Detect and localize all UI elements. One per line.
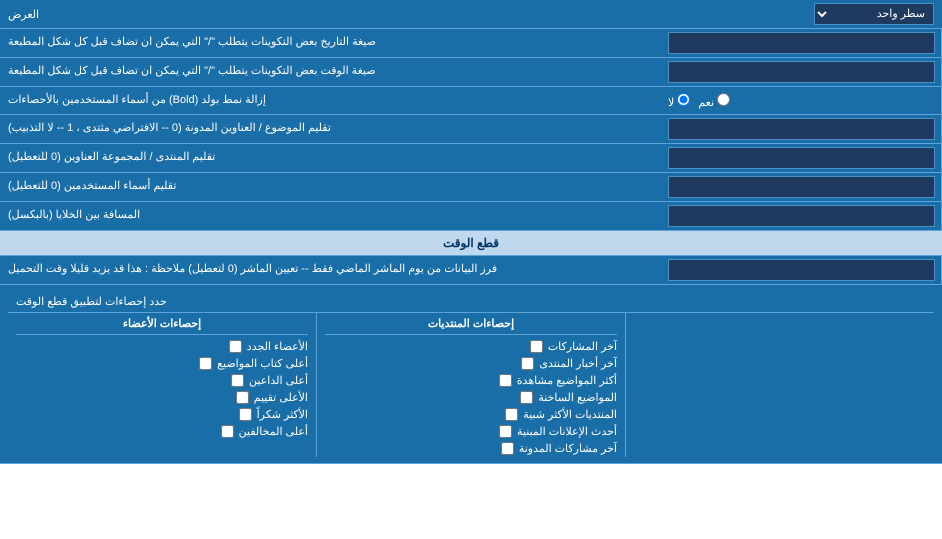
- stat-item-m2: أعلى كتاب المواضيع: [16, 355, 308, 372]
- stat-checkbox-m1[interactable]: [229, 340, 242, 353]
- topic-titles-label: تقليم الموضوع / العناوين المدونة (0 -- ا…: [0, 115, 662, 143]
- stat-item-7: آخر مشاركات المدونة: [325, 440, 617, 457]
- stat-item-m6: أعلى المخالفين: [16, 423, 308, 440]
- stat-checkbox-2[interactable]: [521, 357, 534, 370]
- time-format-row: H:i صيغة الوقت بعض التكوينات يتطلب "/" ا…: [0, 58, 942, 87]
- stat-item-m5: الأكثر شكراً: [16, 406, 308, 423]
- stat-item-m1: الأعضاء الجدد: [16, 338, 308, 355]
- header-left-label: سطر واحد سطرين ثلاثة أسطر: [814, 3, 934, 25]
- usernames-label: تقليم أسماء المستخدمين (0 للتعطيل): [0, 173, 662, 201]
- cut-time-input[interactable]: 0: [668, 259, 935, 281]
- stat-item-m3: أعلى الداعين: [16, 372, 308, 389]
- top-header: سطر واحد سطرين ثلاثة أسطر العرض: [0, 0, 942, 29]
- topic-titles-control: 33: [662, 115, 942, 143]
- radio-no[interactable]: [677, 93, 690, 106]
- date-format-control: d-m: [662, 29, 942, 57]
- cut-time-row: 0 فرز البيانات من يوم الماشر الماضي فقط …: [0, 256, 942, 285]
- statistics-section: حدد إحصاءات لتطبيق قطع الوقت إحصاءات الم…: [0, 285, 942, 464]
- bold-remove-control: نعم لا: [662, 87, 942, 114]
- stats-columns: إحصاءات المنتديات آخر المشاركات آخر أخبا…: [8, 313, 934, 457]
- date-format-row: d-m صيغة التاريخ بعض التكوينات يتطلب "/"…: [0, 29, 942, 58]
- forum-titles-control: 33: [662, 144, 942, 172]
- stat-item-1: آخر المشاركات: [325, 338, 617, 355]
- display-select[interactable]: سطر واحد سطرين ثلاثة أسطر: [814, 3, 934, 25]
- date-format-input[interactable]: d-m: [668, 32, 935, 54]
- usernames-row: 0 تقليم أسماء المستخدمين (0 للتعطيل): [0, 173, 942, 202]
- stats-col-members: إحصاءات الأعضاء الأعضاء الجدد أعلى كتاب …: [8, 313, 317, 457]
- time-format-input[interactable]: H:i: [668, 61, 935, 83]
- stat-checkbox-5[interactable]: [505, 408, 518, 421]
- stat-checkbox-m6[interactable]: [221, 425, 234, 438]
- forum-titles-input[interactable]: 33: [668, 147, 935, 169]
- stat-checkbox-7[interactable]: [501, 442, 514, 455]
- members-col-header: إحصاءات الأعضاء: [16, 313, 308, 335]
- stat-checkbox-3[interactable]: [499, 374, 512, 387]
- stat-checkbox-1[interactable]: [530, 340, 543, 353]
- date-format-label: صيغة التاريخ بعض التكوينات يتطلب "/" الت…: [0, 29, 662, 57]
- stat-item-6: أحدث الإعلانات المبنية: [325, 423, 617, 440]
- stats-col-empty: [626, 313, 934, 457]
- bold-remove-row: نعم لا إزالة نمط بولد (Bold) من أسماء ال…: [0, 87, 942, 115]
- radio-yes[interactable]: [717, 93, 730, 106]
- bold-remove-label: إزالة نمط بولد (Bold) من أسماء المستخدمي…: [0, 87, 662, 114]
- cell-gap-label: المسافة بين الخلايا (بالبكسل): [0, 202, 662, 230]
- stat-checkbox-m5[interactable]: [239, 408, 252, 421]
- stat-item-5: المنتديات الأكثر شبية: [325, 406, 617, 423]
- stats-col-forums: إحصاءات المنتديات آخر المشاركات آخر أخبا…: [317, 313, 626, 457]
- stat-item-4: المواضيع الساخنة: [325, 389, 617, 406]
- radio-no-label: لا: [668, 93, 690, 109]
- cut-time-header: قطع الوقت: [0, 231, 942, 256]
- stat-checkbox-4[interactable]: [520, 391, 533, 404]
- limit-label: حدد إحصاءات لتطبيق قطع الوقت: [16, 295, 167, 308]
- forum-titles-label: تقليم المنتدى / المجموعة العناوين (0 للت…: [0, 144, 662, 172]
- stat-item-3: أكثر المواضيع مشاهدة: [325, 372, 617, 389]
- radio-yes-label: نعم: [698, 93, 730, 109]
- cell-gap-row: 2 المسافة بين الخلايا (بالبكسل): [0, 202, 942, 231]
- radio-group: نعم لا: [668, 93, 734, 109]
- usernames-input[interactable]: 0: [668, 176, 935, 198]
- time-format-label: صيغة الوقت بعض التكوينات يتطلب "/" التي …: [0, 58, 662, 86]
- forums-col-header: إحصاءات المنتديات: [325, 313, 617, 335]
- time-format-control: H:i: [662, 58, 942, 86]
- stat-checkbox-m4[interactable]: [236, 391, 249, 404]
- cell-gap-control: 2: [662, 202, 942, 230]
- cut-time-control: 0: [662, 256, 942, 284]
- stat-checkbox-6[interactable]: [499, 425, 512, 438]
- cut-time-label: فرز البيانات من يوم الماشر الماضي فقط --…: [0, 256, 662, 284]
- limit-row: حدد إحصاءات لتطبيق قطع الوقت: [8, 291, 934, 313]
- forum-titles-row: 33 تقليم المنتدى / المجموعة العناوين (0 …: [0, 144, 942, 173]
- cell-gap-input[interactable]: 2: [668, 205, 935, 227]
- stat-checkbox-m2[interactable]: [199, 357, 212, 370]
- topic-titles-input[interactable]: 33: [668, 118, 935, 140]
- usernames-control: 0: [662, 173, 942, 201]
- header-right-label: العرض: [8, 8, 39, 21]
- stat-checkbox-m3[interactable]: [231, 374, 244, 387]
- stat-item-m4: الأعلى تقييم: [16, 389, 308, 406]
- topic-titles-row: 33 تقليم الموضوع / العناوين المدونة (0 -…: [0, 115, 942, 144]
- stat-item-2: آخر أخبار المنتدى: [325, 355, 617, 372]
